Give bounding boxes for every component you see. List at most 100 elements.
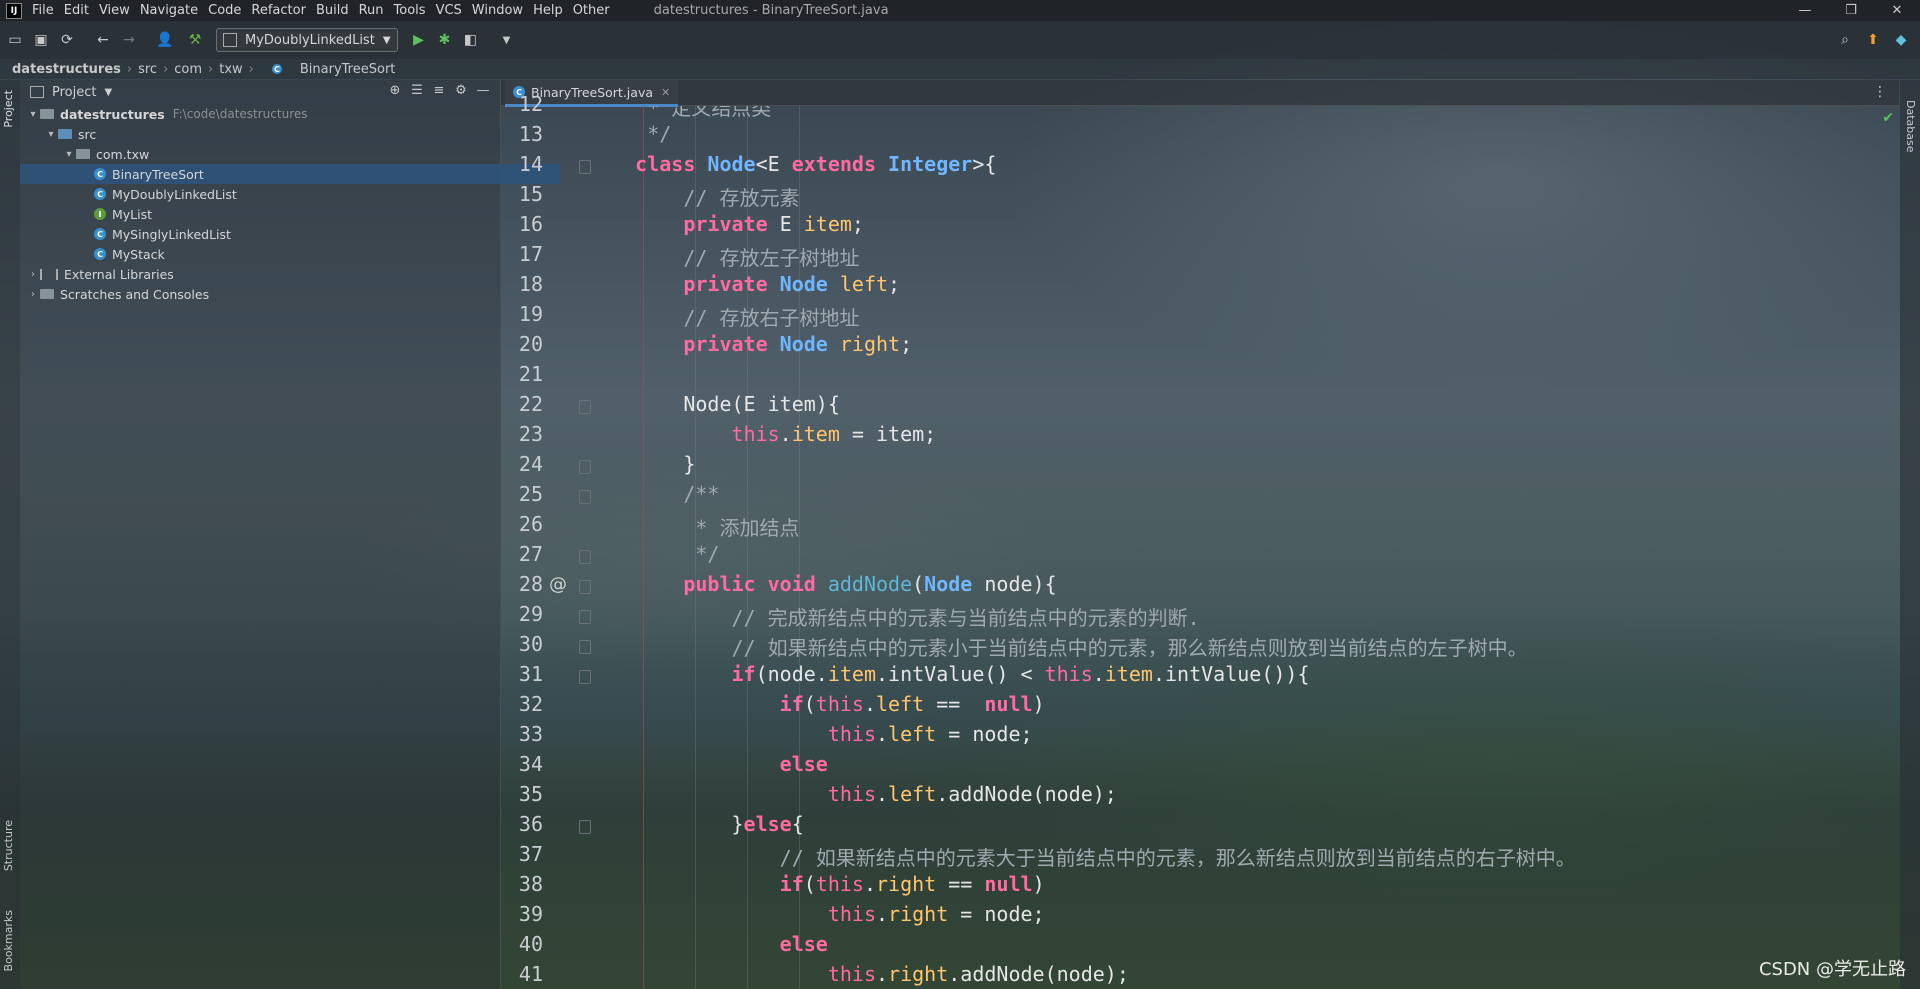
menu-view[interactable]: View	[99, 3, 130, 18]
build-hammer-icon[interactable]: ⚒	[184, 29, 206, 51]
breadcrumb-root[interactable]: datestructures	[12, 62, 121, 77]
menu-edit[interactable]: Edit	[64, 3, 89, 18]
menu-help[interactable]: Help	[533, 3, 563, 18]
close-icon[interactable]: ✕	[1874, 0, 1920, 21]
run-config-label: MyDoublyLinkedList	[245, 32, 375, 48]
breadcrumb-item[interactable]: C BinaryTreeSort	[260, 62, 395, 77]
plugin-icon[interactable]: ◆	[1890, 29, 1912, 51]
sync-icon[interactable]: ⟳	[56, 29, 78, 51]
search-icon[interactable]: ⌕	[1834, 29, 1856, 51]
editor-tab-label: BinaryTreeSort.java	[531, 84, 653, 100]
menu-file[interactable]: File	[32, 3, 54, 18]
run-configuration-select[interactable]: MyDoublyLinkedList ▼	[216, 28, 398, 52]
project-panel-title[interactable]: Project	[52, 85, 96, 100]
chevron-down-icon[interactable]: ▼	[104, 87, 112, 98]
inspection-ok-icon[interactable]: ✔	[1882, 110, 1894, 126]
module-path: F:\code\datestructures	[172, 107, 308, 121]
line-number: 34	[518, 752, 543, 776]
menu-tools[interactable]: Tools	[394, 3, 426, 18]
forward-arrow-icon[interactable]: →	[118, 29, 140, 51]
code-token: ;	[851, 212, 864, 236]
config-icon	[223, 33, 237, 47]
menu-refactor[interactable]: Refactor	[251, 3, 306, 18]
user-icon[interactable]: 👤	[154, 29, 176, 51]
hide-icon[interactable]: —	[472, 83, 494, 98]
code-token: else	[743, 812, 792, 836]
menu-window[interactable]: Window	[472, 3, 523, 18]
tree-item[interactable]: I MyList	[20, 204, 560, 224]
chevron-icon[interactable]: ▾	[44, 129, 58, 140]
code-line: // 存放右子树地址	[587, 302, 859, 332]
tree-item[interactable]: C MyDoublyLinkedList	[20, 184, 560, 204]
breadcrumb-item[interactable]: com	[174, 62, 202, 77]
code-line: this.left.addNode(node);	[587, 782, 1117, 812]
coverage-icon[interactable]: ◧	[460, 29, 482, 51]
menu-run[interactable]: Run	[359, 3, 384, 18]
code-token: )	[1032, 872, 1045, 896]
code-line: // 存放元素	[587, 182, 799, 212]
code-token: item	[1104, 662, 1153, 686]
structure-tool-tab[interactable]: Structure	[2, 820, 15, 871]
code-line: Node(E item){	[587, 392, 840, 422]
code-token: .	[863, 872, 877, 896]
chevron-icon[interactable]: ›	[26, 269, 40, 280]
breadcrumb-item[interactable]: txw	[219, 62, 242, 77]
project-panel-header: Project ▼ ⊕ ☰ ≡ ⚙ —	[20, 80, 500, 104]
menu-items: File Edit View Navigate Code Refactor Build Run…	[32, 3, 620, 18]
close-tab-icon[interactable]: ✕	[661, 86, 670, 99]
project-tool-tab[interactable]: Project	[2, 90, 15, 128]
tree-item[interactable]: C MySinglyLinkedList	[20, 224, 560, 244]
more-options-icon[interactable]: ⋮	[1873, 84, 1887, 100]
code-token: right	[888, 902, 949, 926]
debug-icon[interactable]: ✱	[434, 29, 456, 51]
line-number: 13	[518, 122, 543, 146]
update-icon[interactable]: ⬆	[1862, 29, 1884, 51]
tree-item[interactable]: › Scratches and Consoles	[20, 284, 506, 304]
back-arrow-icon[interactable]: ←	[92, 29, 114, 51]
menu-build[interactable]: Build	[316, 3, 349, 18]
code-token: ==	[936, 872, 985, 896]
menu-navigate[interactable]: Navigate	[140, 3, 198, 18]
expand-all-icon[interactable]: ☰	[406, 83, 428, 98]
open-folder-icon[interactable]: ▭	[4, 29, 26, 51]
code-token: extends	[791, 152, 889, 176]
tree-item[interactable]: ▾ datestructures F:\code\datestructures	[20, 104, 506, 124]
menu-code[interactable]: Code	[208, 3, 241, 18]
settings-gear-icon[interactable]: ⚙	[450, 83, 472, 98]
code-token: this	[587, 902, 876, 926]
chevron-icon[interactable]: ▾	[62, 149, 76, 160]
tree-item[interactable]: › External Libraries	[20, 264, 506, 284]
more-dropdown-icon[interactable]: ▼	[496, 29, 518, 51]
restore-icon[interactable]: ❐	[1828, 0, 1874, 21]
tree-item-label: Scratches and Consoles	[60, 286, 210, 302]
line-number: 21	[518, 362, 543, 386]
database-tool-tab[interactable]: Database	[1904, 100, 1917, 153]
code-token: (	[803, 692, 816, 716]
tree-item[interactable]: ▾ src	[20, 124, 524, 144]
chevron-icon[interactable]: ▾	[26, 109, 40, 120]
line-number: 15	[518, 182, 543, 206]
save-icon[interactable]: ▣	[30, 29, 52, 51]
menu-vcs[interactable]: VCS	[436, 3, 462, 18]
code-token: E	[779, 212, 804, 236]
chevron-icon[interactable]: ›	[26, 289, 40, 300]
code-editor[interactable]: * 定义结点类 */ class Node<E extends Integer>…	[587, 106, 1897, 989]
window-controls: — ❐ ✕	[1782, 0, 1920, 21]
tree-item[interactable]: C MyStack	[20, 244, 560, 264]
code-token: ==	[924, 692, 985, 716]
code-token: // 存放左子树地址	[587, 246, 860, 270]
menu-other[interactable]: Other	[573, 3, 610, 18]
bookmarks-tool-tab[interactable]: Bookmarks	[2, 910, 15, 971]
minimize-icon[interactable]: —	[1782, 0, 1828, 21]
line-number: 22	[518, 392, 543, 416]
menu-bar: IJ File Edit View Navigate Code Refactor Build…	[0, 0, 1920, 21]
tree-item[interactable]: ▾ com.txw	[20, 144, 542, 164]
code-line: // 完成新结点中的元素与当前结点中的元素的判断.	[587, 602, 1199, 632]
collapse-all-icon[interactable]: ≡	[428, 83, 450, 98]
locate-icon[interactable]: ⊕	[384, 83, 406, 98]
tree-item[interactable]: C BinaryTreeSort	[20, 164, 560, 184]
override-marker-icon[interactable]: @	[549, 574, 567, 595]
code-token: public void	[587, 572, 828, 596]
breadcrumb-item[interactable]: src	[138, 62, 157, 77]
run-icon[interactable]: ▶	[408, 29, 430, 51]
